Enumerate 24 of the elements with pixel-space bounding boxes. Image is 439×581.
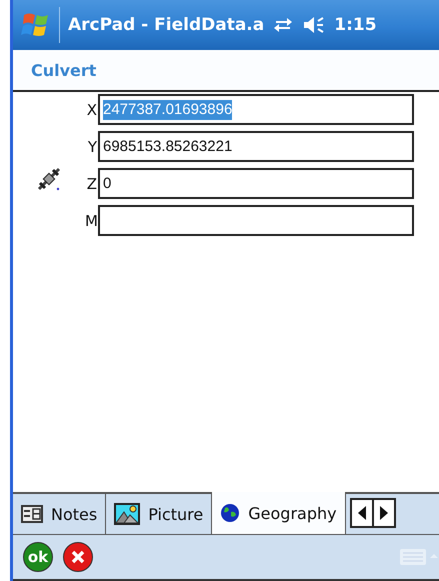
input-field[interactable] [98,205,414,236]
form-title: Culvert [31,60,96,80]
globe-icon [220,503,240,523]
triangle-right-icon [380,506,388,520]
tab[interactable]: Geography [212,492,346,534]
scroll-left-button[interactable] [350,498,374,528]
landscape-icon [114,503,140,525]
close-icon [71,550,85,564]
scroll-right-button[interactable] [372,498,396,528]
field-label: Y [86,138,97,156]
window-title: ArcPad - FieldData.a [68,15,264,35]
field-label: X [86,100,97,118]
field-label: Z [86,174,97,192]
field-label: M [85,212,97,230]
speaker-icon[interactable] [302,15,326,35]
input-field[interactable]: 0 [98,168,414,199]
clock-time[interactable]: 1:15 [334,15,377,35]
input-field[interactable]: 6985153.85263221 [98,131,414,162]
satellite-icon [36,166,62,192]
ok-button[interactable]: ok [23,542,53,572]
sync-arrows-icon[interactable] [272,16,294,34]
notes-icon [21,505,43,523]
triangle-left-icon [358,506,366,520]
cancel-button[interactable] [63,542,93,572]
